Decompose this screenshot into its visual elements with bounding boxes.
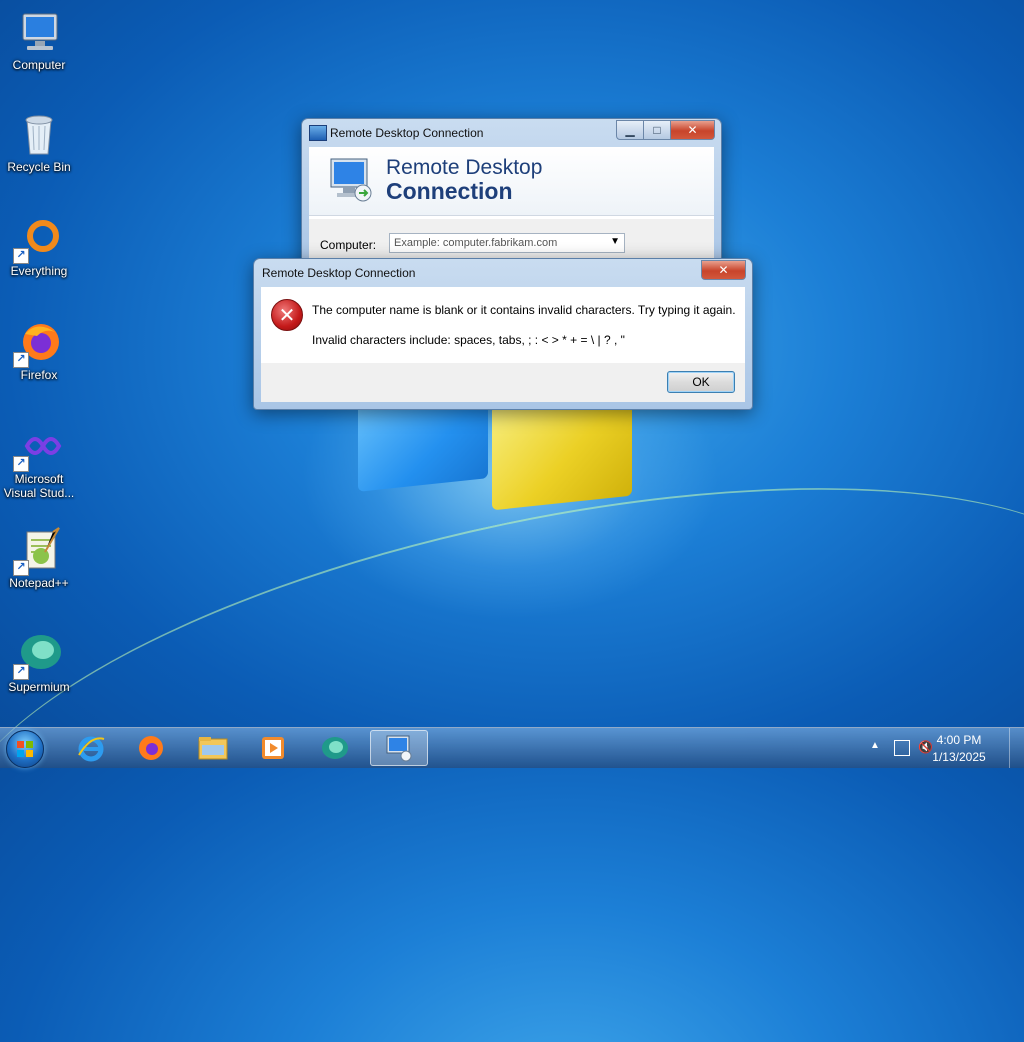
- ok-button[interactable]: OK: [667, 371, 735, 393]
- rdc-titlebar[interactable]: Remote Desktop Connection ▁ □ ✕: [302, 119, 721, 147]
- error-dialog-title: Remote Desktop Connection: [262, 266, 416, 280]
- taskbar-file-explorer[interactable]: [184, 730, 242, 766]
- desktop-icon-recycle-bin[interactable]: Recycle Bin: [2, 110, 76, 174]
- computer-combobox[interactable]: Example: computer.fabrikam.com ▼: [389, 233, 625, 253]
- supermium-icon: ↗: [13, 630, 63, 680]
- computer-label: Computer:: [320, 238, 377, 252]
- taskbar-remote-desktop[interactable]: [370, 730, 428, 766]
- firefox-icon: [139, 736, 163, 760]
- show-hidden-icons-icon[interactable]: ▲: [870, 740, 880, 751]
- file-explorer-icon: [198, 737, 228, 760]
- error-client-area: ✕ The computer name is blank or it conta…: [261, 287, 745, 402]
- network-icon[interactable]: [894, 740, 910, 756]
- remote-desktop-icon: [386, 735, 412, 762]
- remote-desktop-monitor-icon: [327, 157, 375, 203]
- visual-studio-icon: ↗: [13, 422, 63, 472]
- taskbar-media-player[interactable]: [244, 730, 302, 766]
- remote-desktop-icon: [309, 125, 327, 141]
- close-button[interactable]: ✕: [671, 120, 715, 140]
- error-message-secondary: Invalid characters include: spaces, tabs…: [312, 333, 625, 347]
- chevron-down-icon[interactable]: ▼: [610, 236, 620, 247]
- show-desktop-button[interactable]: [1009, 728, 1024, 768]
- maximize-button[interactable]: □: [644, 120, 671, 140]
- shortcut-arrow-icon: ↗: [13, 664, 29, 680]
- clock-date[interactable]: 1/13/2025: [922, 750, 996, 764]
- rdc-client-area: Remote Desktop Connection Computer: Exam…: [309, 147, 714, 269]
- rdc-banner: Remote Desktop Connection: [309, 147, 714, 216]
- error-titlebar[interactable]: Remote Desktop Connection ✕: [254, 259, 752, 287]
- rdc-banner-title: Remote Desktop: [386, 156, 543, 179]
- rdc-banner-subtitle: Connection: [386, 178, 513, 204]
- firefox-icon: ↗: [13, 318, 63, 368]
- desktop-icon-computer[interactable]: Computer: [2, 8, 76, 72]
- desktop-icon-everything[interactable]: ↗ Everything: [2, 214, 76, 278]
- computer-placeholder: Example: computer.fabrikam.com: [394, 237, 558, 249]
- rdc-window-title: Remote Desktop Connection: [330, 126, 484, 140]
- taskbar-internet-explorer[interactable]: [62, 730, 120, 766]
- error-dialog: Remote Desktop Connection ✕ ✕ The comput…: [253, 258, 753, 410]
- recycle-bin-icon: [15, 110, 63, 158]
- error-message-primary: The computer name is blank or it contain…: [312, 303, 736, 317]
- taskbar-supermium[interactable]: [306, 730, 364, 766]
- rdc-window: Remote Desktop Connection ▁ □ ✕ Remote D…: [301, 118, 722, 270]
- error-message-panel: ✕ The computer name is blank or it conta…: [261, 287, 745, 363]
- everything-icon: ↗: [13, 214, 63, 264]
- clock-time[interactable]: 4:00 PM: [922, 733, 996, 747]
- shortcut-arrow-icon: ↗: [13, 352, 29, 368]
- notepadpp-icon: ↗: [13, 526, 63, 576]
- taskbar-firefox[interactable]: [122, 730, 180, 766]
- desktop-icon-notepadpp[interactable]: ↗ Notepad++: [2, 526, 76, 590]
- shortcut-arrow-icon: ↗: [13, 248, 29, 264]
- computer-icon: [15, 8, 63, 56]
- close-button[interactable]: ✕: [701, 260, 746, 280]
- supermium-icon: [322, 737, 348, 759]
- media-player-icon: [262, 737, 284, 759]
- minimize-button[interactable]: ▁: [616, 120, 644, 140]
- desktop-icon-firefox[interactable]: ↗ Firefox: [2, 318, 76, 382]
- start-button[interactable]: [6, 730, 44, 768]
- shortcut-arrow-icon: ↗: [13, 456, 29, 472]
- shortcut-arrow-icon: ↗: [13, 560, 29, 576]
- desktop-icon-supermium[interactable]: ↗ Supermium: [2, 630, 76, 694]
- internet-explorer-icon: [78, 736, 105, 762]
- error-icon: ✕: [271, 299, 303, 331]
- desktop-icon-visual-studio[interactable]: ↗ Microsoft Visual Stud...: [2, 422, 76, 500]
- taskbar: ▲ 🔇 4:00 PM 1/13/2025: [0, 727, 1024, 768]
